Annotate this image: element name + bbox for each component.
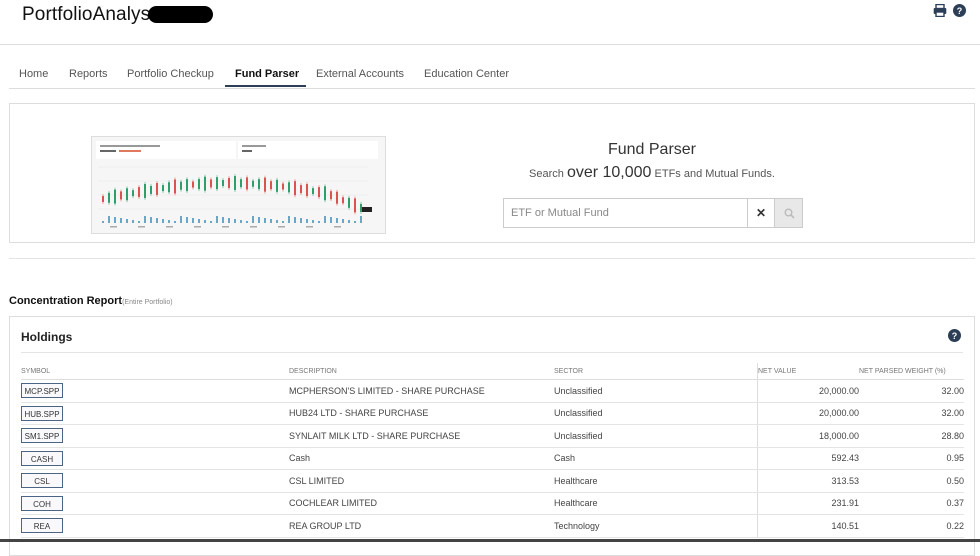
table-row: HUB.SPP HUB24 LTD - SHARE PURCHASE Uncla… — [21, 402, 964, 425]
table-row: CASH Cash Cash 592.43 0.95 — [21, 447, 964, 470]
table-row: REA REA GROUP LTD Technology 140.51 0.22 — [21, 514, 964, 538]
app-header: PortfolioAnalyst ? — [0, 0, 980, 45]
concentration-report-title: Concentration Report — [9, 295, 123, 307]
redacted-account-name — [148, 6, 213, 23]
row-description: MCPHERSON'S LIMITED - SHARE PURCHASE — [289, 379, 554, 403]
table-row: CSL CSL LIMITED Healthcare 313.53 0.50 — [21, 469, 964, 493]
fund-search-input[interactable] — [503, 198, 748, 228]
col-net-value[interactable]: NET VALUE — [757, 363, 859, 380]
help-icon[interactable]: ? — [953, 4, 966, 17]
symbol-button[interactable]: CASH — [21, 450, 63, 466]
row-net-value: 18,000.00 — [757, 424, 859, 448]
row-weight: 28.80 — [859, 424, 964, 448]
subtitle-prefix: Search — [529, 168, 564, 180]
holdings-help-icon[interactable]: ? — [948, 329, 961, 347]
main-nav: Home Reports Portfolio Checkup Fund Pars… — [9, 60, 975, 89]
row-sector: Unclassified — [554, 424, 758, 448]
table-row: SM1.SPP SYNLAIT MILK LTD - SHARE PURCHAS… — [21, 424, 964, 448]
tab-external-accounts[interactable]: External Accounts — [316, 68, 404, 80]
row-weight: 0.50 — [859, 469, 964, 493]
app-title: PortfolioAnalyst — [22, 4, 156, 25]
svg-text:?: ? — [952, 331, 958, 341]
row-net-value: 20,000.00 — [757, 402, 859, 425]
symbol-button[interactable]: HUB.SPP — [21, 405, 63, 421]
symbol-button[interactable]: REA — [21, 518, 63, 534]
row-weight: 0.22 — [859, 514, 964, 538]
row-description: SYNLAIT MILK LTD - SHARE PURCHASE — [289, 424, 554, 448]
holdings-title: Holdings — [21, 330, 73, 344]
col-net-parsed-weight[interactable]: NET PARSED WEIGHT (%) — [859, 363, 964, 380]
row-net-value: 313.53 — [757, 469, 859, 493]
svg-text:?: ? — [957, 6, 963, 16]
table-row: COH COCHLEAR LIMITED Healthcare 231.91 0… — [21, 492, 964, 515]
search-button[interactable] — [774, 198, 803, 228]
row-net-value: 20,000.00 — [757, 379, 859, 403]
symbol-button[interactable]: MCP.SPP — [21, 383, 63, 399]
tab-reports[interactable]: Reports — [69, 68, 108, 80]
holdings-header-rule — [21, 352, 963, 353]
row-weight: 0.37 — [859, 492, 964, 515]
row-description: REA GROUP LTD — [289, 514, 554, 538]
header-icons: ? — [933, 4, 966, 17]
symbol-button[interactable]: CSL — [21, 473, 63, 489]
row-description: COCHLEAR LIMITED — [289, 492, 554, 515]
print-icon[interactable] — [933, 4, 947, 17]
tab-education-center[interactable]: Education Center — [424, 68, 509, 80]
row-sector: Technology — [554, 514, 758, 538]
search-icon — [784, 208, 795, 219]
fund-parser-subtitle: Search over 10,000 ETFs and Mutual Funds… — [490, 164, 814, 182]
col-description[interactable]: DESCRIPTION — [289, 363, 554, 380]
row-net-value: 592.43 — [757, 447, 859, 470]
row-sector: Healthcare — [554, 469, 758, 493]
row-sector: Unclassified — [554, 402, 758, 425]
fund-parser-preview-image — [91, 136, 386, 234]
concentration-report-scope: (Entire Portfolio) — [122, 299, 173, 306]
row-sector: Healthcare — [554, 492, 758, 515]
tab-home[interactable]: Home — [19, 68, 48, 80]
subtitle-count: over 10,000 — [566, 164, 652, 181]
holdings-table: SYMBOL DESCRIPTION SECTOR NET VALUE NET … — [21, 363, 964, 538]
table-row: MCP.SPP MCPHERSON'S LIMITED - SHARE PURC… — [21, 379, 964, 403]
active-tab-indicator — [225, 85, 306, 87]
row-sector: Unclassified — [554, 379, 758, 403]
section-divider — [9, 258, 975, 259]
holdings-header-row: SYMBOL DESCRIPTION SECTOR NET VALUE NET … — [21, 363, 964, 380]
row-weight: 0.95 — [859, 447, 964, 470]
col-sector[interactable]: SECTOR — [554, 363, 758, 380]
tab-fund-parser[interactable]: Fund Parser — [235, 68, 299, 80]
fund-parser-panel: Fund Parser Search over 10,000 ETFs and … — [9, 103, 975, 243]
row-weight: 32.00 — [859, 379, 964, 403]
candlestick-thumbnail-icon — [92, 137, 385, 233]
subtitle-suffix: ETFs and Mutual Funds. — [654, 168, 775, 180]
row-weight: 32.00 — [859, 402, 964, 425]
row-description: Cash — [289, 447, 554, 470]
tab-portfolio-checkup[interactable]: Portfolio Checkup — [127, 68, 214, 80]
holdings-panel: Holdings ? SYMBOL DESCRIPTION SECTOR NET… — [9, 316, 975, 556]
row-description: HUB24 LTD - SHARE PURCHASE — [289, 402, 554, 425]
row-net-value: 231.91 — [757, 492, 859, 515]
clear-search-button[interactable]: ✕ — [747, 198, 775, 228]
col-symbol[interactable]: SYMBOL — [21, 363, 289, 380]
row-description: CSL LIMITED — [289, 469, 554, 493]
fund-parser-title: Fund Parser — [607, 141, 697, 158]
symbol-button[interactable]: COH — [21, 495, 63, 511]
row-net-value: 140.51 — [757, 514, 859, 538]
row-sector: Cash — [554, 447, 758, 470]
symbol-button[interactable]: SM1.SPP — [21, 428, 63, 444]
concentration-report-heading: Concentration Report(Entire Portfolio) — [9, 295, 173, 307]
